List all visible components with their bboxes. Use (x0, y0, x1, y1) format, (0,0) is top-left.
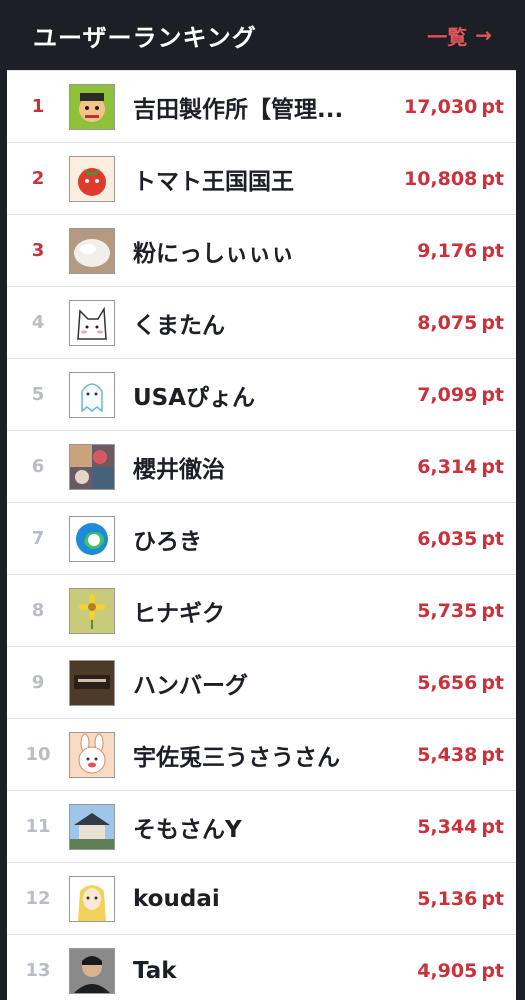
points: 5,656 pt (376, 672, 516, 694)
points: 5,438 pt (376, 744, 516, 766)
rank-number: 13 (25, 960, 51, 981)
user-name: 粉にっしぃぃぃ (133, 240, 294, 267)
collage-avatar (69, 443, 115, 490)
points-value: 10,808 (403, 167, 478, 190)
points-unit: pt (481, 887, 504, 910)
points-value: 4,905 (417, 959, 478, 982)
ranking-row[interactable]: 12 koudai 5,136 pt (7, 862, 516, 934)
user-name: koudai (133, 885, 220, 912)
rank-number: 7 (31, 528, 45, 549)
user-name: USAぴょん (133, 384, 256, 411)
rank-number: 10 (25, 744, 51, 765)
rank-number: 12 (25, 888, 51, 909)
points: 10,808 pt (376, 168, 516, 190)
ranking-row[interactable]: 7 ひろき 6,035 pt (7, 502, 516, 574)
flour-avatar (69, 227, 115, 274)
points: 4,905 pt (376, 960, 516, 982)
user-name: くまたん (133, 312, 225, 339)
points-unit: pt (481, 599, 504, 622)
ranking-row[interactable]: 1 吉田製作所【管理... 17,030 pt (7, 70, 516, 142)
user-name: Tak (133, 957, 177, 984)
points: 5,344 pt (376, 816, 516, 838)
ranking-title: ユーザーランキング (33, 23, 257, 52)
points: 6,314 pt (376, 456, 516, 478)
points-unit: pt (481, 959, 504, 982)
user-name: ハンバーグ (133, 672, 248, 699)
cat-sketch-avatar (69, 299, 115, 346)
points-value: 6,314 (417, 455, 478, 478)
cartoon-face-avatar (69, 83, 115, 130)
points-unit: pt (481, 815, 504, 838)
points-value: 8,075 (417, 311, 478, 334)
points-value: 7,099 (417, 383, 478, 406)
ranking-row[interactable]: 2 トマト王国国王 10,808 pt (7, 142, 516, 214)
points-unit: pt (481, 383, 504, 406)
points-unit: pt (481, 239, 504, 262)
ranking-row[interactable]: 10 宇佐兎三うさうさん 5,438 pt (7, 718, 516, 790)
rank-number: 4 (31, 312, 45, 333)
points: 9,176 pt (376, 240, 516, 262)
ranking-row[interactable]: 4 くまたん 8,075 pt (7, 286, 516, 358)
view-all-label: 一覧 (427, 24, 468, 49)
points-unit: pt (481, 671, 504, 694)
user-name: そもさんY (133, 816, 242, 843)
rank-number: 8 (31, 600, 45, 621)
hamburg-avatar (69, 659, 115, 706)
ranking-row[interactable]: 9 ハンバーグ 5,656 pt (7, 646, 516, 718)
user-name: 櫻井徹治 (133, 456, 225, 483)
rank-number: 3 (31, 240, 45, 261)
points-value: 9,176 (417, 239, 478, 262)
points-unit: pt (481, 95, 504, 118)
rank-number: 1 (31, 96, 45, 117)
points: 6,035 pt (376, 528, 516, 550)
points-value: 17,030 (403, 95, 478, 118)
points-unit: pt (481, 167, 504, 190)
rank-number: 2 (31, 168, 45, 189)
temple-avatar (69, 803, 115, 850)
points: 17,030 pt (376, 96, 516, 118)
daisy-avatar (69, 587, 115, 634)
edge-logo-avatar (69, 515, 115, 562)
points-value: 5,438 (417, 743, 478, 766)
ranking-row[interactable]: 13 Tak 4,905 pt (7, 934, 516, 1000)
points-value: 5,136 (417, 887, 478, 910)
ranking-row[interactable]: 11 そもさんY 5,344 pt (7, 790, 516, 862)
user-name: 宇佐兎三うさうさん (133, 744, 340, 771)
points-value: 5,344 (417, 815, 478, 838)
person-avatar (69, 947, 115, 994)
ranking-list: 1 吉田製作所【管理... 17,030 pt 2 トマト王国国王 10,808 pt 3 粉にっ… (7, 70, 516, 1000)
rank-number: 6 (31, 456, 45, 477)
points-unit: pt (481, 455, 504, 478)
points-value: 6,035 (417, 527, 478, 550)
rabbit-avatar (69, 731, 115, 778)
tomato-avatar (69, 155, 115, 202)
ranking-row[interactable]: 8 ヒナギク 5,735 pt (7, 574, 516, 646)
user-name: ヒナギク (133, 600, 225, 627)
points-unit: pt (481, 743, 504, 766)
user-name: トマト王国国王 (133, 168, 294, 195)
points-value: 5,735 (417, 599, 478, 622)
ghost-avatar (69, 371, 115, 418)
points-unit: pt (481, 311, 504, 334)
rank-number: 11 (25, 816, 51, 837)
ranking-row[interactable]: 3 粉にっしぃぃぃ 9,176 pt (7, 214, 516, 286)
ranking-row[interactable]: 5 USAぴょん 7,099 pt (7, 358, 516, 430)
anime-girl-avatar (69, 875, 115, 922)
user-name: 吉田製作所【管理... (133, 96, 344, 123)
rank-number: 9 (31, 672, 45, 693)
points: 5,735 pt (376, 600, 516, 622)
arrow-right-icon: → (475, 23, 492, 47)
points: 5,136 pt (376, 888, 516, 910)
view-all-link[interactable]: 一覧 → (427, 21, 492, 50)
points-value: 5,656 (417, 671, 478, 694)
user-ranking-panel: ユーザーランキング 一覧 → 1 吉田製作所【管理... 17,030 pt 2 トマト王… (7, 0, 516, 1000)
rank-number: 5 (31, 384, 45, 405)
ranking-header: ユーザーランキング 一覧 → (7, 0, 516, 70)
user-name: ひろき (133, 528, 202, 555)
points: 7,099 pt (376, 384, 516, 406)
ranking-row[interactable]: 6 櫻井徹治 6,314 pt (7, 430, 516, 502)
points: 8,075 pt (376, 312, 516, 334)
points-unit: pt (481, 527, 504, 550)
